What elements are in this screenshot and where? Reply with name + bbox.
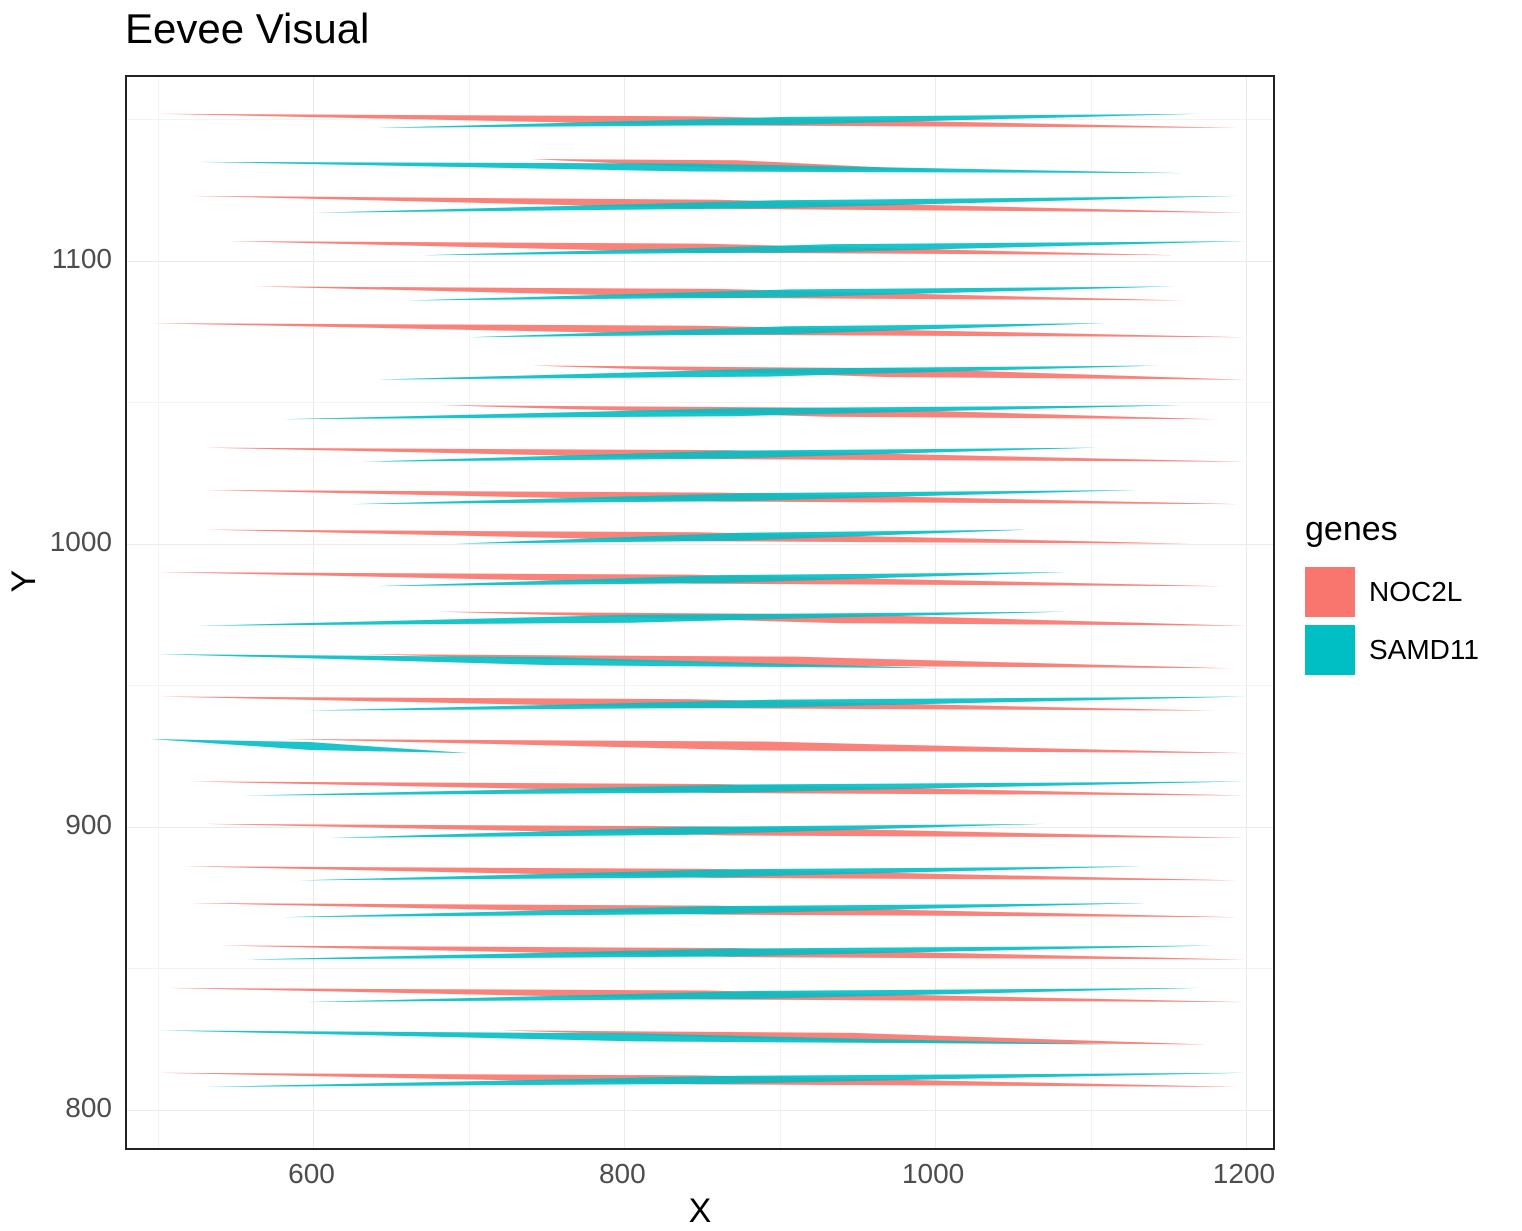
y-tick-label: 1000 [50, 526, 112, 558]
chart-container: Eevee Visual 600 800 1000 1200 800 900 1000 11… [0, 0, 1522, 1230]
x-tick-label: 800 [599, 1158, 646, 1190]
legend-label: NOC2L [1369, 576, 1462, 608]
y-axis-title: Y [5, 570, 44, 593]
legend: genes NOC2L SAMD11 [1305, 510, 1479, 683]
x-tick-label: 600 [288, 1158, 335, 1190]
legend-items: NOC2L SAMD11 [1305, 567, 1479, 675]
legend-title: genes [1305, 510, 1479, 549]
plot-panel [125, 75, 1275, 1150]
y-tick-label: 800 [65, 1092, 112, 1124]
legend-item: NOC2L [1305, 567, 1479, 617]
x-axis-title: X [689, 1192, 712, 1231]
legend-label: SAMD11 [1369, 634, 1479, 666]
x-tick-label: 1000 [902, 1158, 964, 1190]
streak-layer [127, 77, 1275, 1150]
x-tick-label: 1200 [1213, 1158, 1275, 1190]
y-tick-label: 1100 [52, 243, 112, 275]
y-tick-label: 900 [65, 809, 112, 841]
data-streak [197, 162, 1184, 173]
legend-key-swatch [1305, 567, 1355, 617]
plot-title: Eevee Visual [125, 5, 369, 53]
legend-key-swatch [1305, 625, 1355, 675]
legend-item: SAMD11 [1305, 625, 1479, 675]
